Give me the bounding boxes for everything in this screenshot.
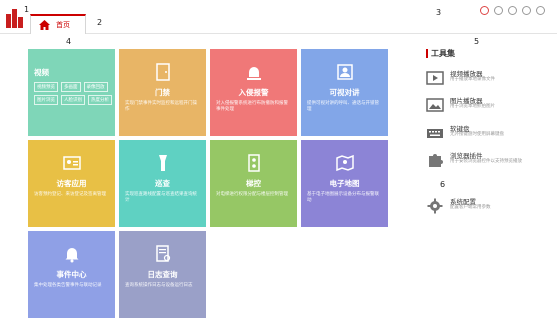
tool-desc: 用于安装浏览器控件以支持预览播放 bbox=[450, 159, 522, 164]
tile-title: 入侵报警 bbox=[238, 88, 269, 97]
sub-item[interactable]: 热度分析 bbox=[88, 95, 112, 105]
log-icon bbox=[155, 245, 170, 262]
image-viewer-icon bbox=[426, 98, 444, 112]
annotation-6: 6 bbox=[440, 180, 446, 189]
toolbox-header: 工具集 bbox=[426, 48, 455, 59]
tab-home-label: 首页 bbox=[56, 21, 70, 29]
video-sub-menu: 视频预览 多画面 录像回放 图片浏览 人脸识别 热度分析 bbox=[34, 82, 112, 105]
map-icon bbox=[335, 154, 354, 172]
tile-desc: 基于电子地图展示设备分布与报警联动 bbox=[307, 192, 379, 203]
tile-door[interactable]: 门禁 实现门禁事件实时监控和远程开门操作 bbox=[119, 49, 206, 136]
top-bar: 1 首页 2 3 bbox=[0, 0, 557, 34]
annotation-2: 2 bbox=[97, 18, 103, 27]
sub-item[interactable]: 视频预览 bbox=[34, 82, 58, 92]
toolbox-title: 工具集 bbox=[431, 49, 455, 58]
annotation-1: 1 bbox=[24, 5, 30, 14]
patrol-icon bbox=[158, 155, 167, 171]
sub-item[interactable]: 多画面 bbox=[61, 82, 81, 92]
tile-title: 视频 bbox=[34, 68, 49, 77]
tile-elevator[interactable]: 梯控 对电梯进行权限分配与楼层控制管理 bbox=[210, 140, 297, 227]
tile-visitor[interactable]: 访客应用 访客预约登记、来访登记及签离管理 bbox=[28, 140, 115, 227]
bell-icon bbox=[65, 248, 78, 263]
sub-item[interactable]: 人脸识别 bbox=[61, 95, 85, 105]
tool-video-player[interactable]: 视频播放器 用于播放本地录像文件 bbox=[424, 68, 549, 96]
annotation-3: 3 bbox=[436, 8, 442, 17]
visitor-icon bbox=[62, 156, 81, 170]
tile-log[interactable]: 日志查询 查询系统操作日志与设备运行日志 bbox=[119, 231, 206, 318]
video-player-icon bbox=[426, 71, 444, 85]
keyboard-icon bbox=[427, 129, 443, 138]
tile-alarm[interactable]: 入侵报警 对入侵报警系统进行布防撤防和报警事件处理 bbox=[210, 49, 297, 136]
tile-title: 门禁 bbox=[155, 88, 170, 97]
tool-desc: 用于播放本地录像文件 bbox=[450, 77, 495, 82]
sub-item[interactable]: 录像回放 bbox=[83, 82, 108, 92]
tile-desc: 对电梯进行权限分配与楼层控制管理 bbox=[216, 192, 288, 197]
user-icon[interactable] bbox=[494, 6, 503, 15]
tile-title: 梯控 bbox=[246, 179, 261, 188]
tile-intercom[interactable]: 可视对讲 提供可视对讲的呼叫、通话与开锁管理 bbox=[301, 49, 388, 136]
tile-desc: 对入侵报警系统进行布防撤防和报警事件处理 bbox=[216, 101, 288, 112]
tool-plugin[interactable]: 浏览器插件 用于安装浏览器控件以支持预览播放 bbox=[424, 150, 549, 178]
tile-desc: 提供可视对讲的呼叫、通话与开锁管理 bbox=[307, 101, 379, 112]
logo-icon bbox=[6, 9, 23, 28]
tile-desc: 实现巡查路线配置与巡查结果查询统计 bbox=[125, 192, 197, 203]
refresh-icon[interactable] bbox=[480, 6, 489, 15]
tile-video[interactable]: 视频 视频预览 多画面 录像回放 图片浏览 人脸识别 热度分析 bbox=[28, 49, 115, 136]
tile-title: 访客应用 bbox=[56, 179, 87, 188]
tool-keyboard[interactable]: 软键盘 无外接键盘时使用屏幕键盘 bbox=[424, 123, 549, 151]
tile-map[interactable]: 电子地图 基于电子地图展示设备分布与报警联动 bbox=[301, 140, 388, 227]
home-icon bbox=[39, 20, 50, 30]
minimize-icon[interactable] bbox=[522, 6, 531, 15]
window-controls bbox=[480, 6, 545, 15]
tile-title: 日志查询 bbox=[147, 270, 178, 279]
alarm-icon bbox=[246, 67, 261, 80]
plugin-icon bbox=[429, 154, 443, 167]
door-icon bbox=[155, 63, 170, 81]
tile-title: 电子地图 bbox=[329, 179, 360, 188]
close-icon[interactable] bbox=[536, 6, 545, 15]
tool-settings[interactable]: 系统配置 配置客户端常用参数 bbox=[424, 196, 549, 224]
annotation-4: 4 bbox=[66, 37, 72, 46]
tab-home[interactable]: 首页 bbox=[30, 14, 86, 34]
tile-desc: 集中处理各类告警事件与联动记录 bbox=[34, 283, 102, 288]
info-icon[interactable] bbox=[508, 6, 517, 15]
toolbox-accent-bar bbox=[426, 49, 428, 58]
tile-event-center[interactable]: 事件中心 集中处理各类告警事件与联动记录 bbox=[28, 231, 115, 318]
sub-item[interactable]: 图片浏览 bbox=[34, 95, 58, 105]
tool-image-viewer[interactable]: 图片播放器 用于浏览本地抓拍图片 bbox=[424, 95, 549, 123]
elevator-icon bbox=[247, 154, 260, 172]
settings-icon bbox=[427, 198, 443, 214]
tile-title: 可视对讲 bbox=[329, 88, 360, 97]
intercom-icon bbox=[336, 64, 353, 80]
tool-desc: 用于浏览本地抓拍图片 bbox=[450, 104, 495, 109]
tile-title: 事件中心 bbox=[56, 270, 87, 279]
tool-desc: 无外接键盘时使用屏幕键盘 bbox=[450, 132, 504, 137]
tile-desc: 访客预约登记、来访登记及签离管理 bbox=[34, 192, 106, 197]
tile-desc: 查询系统操作日志与设备运行日志 bbox=[125, 283, 193, 288]
tile-title: 巡查 bbox=[155, 179, 170, 188]
toolbox-panel: 工具集 视频播放器 用于播放本地录像文件 图片播放器 用于浏览本地抓拍图片 软键… bbox=[424, 40, 544, 310]
tool-desc: 配置客户端常用参数 bbox=[450, 205, 491, 210]
tile-desc: 实现门禁事件实时监控和远程开门操作 bbox=[125, 101, 197, 112]
tile-patrol[interactable]: 巡查 实现巡查路线配置与巡查结果查询统计 bbox=[119, 140, 206, 227]
